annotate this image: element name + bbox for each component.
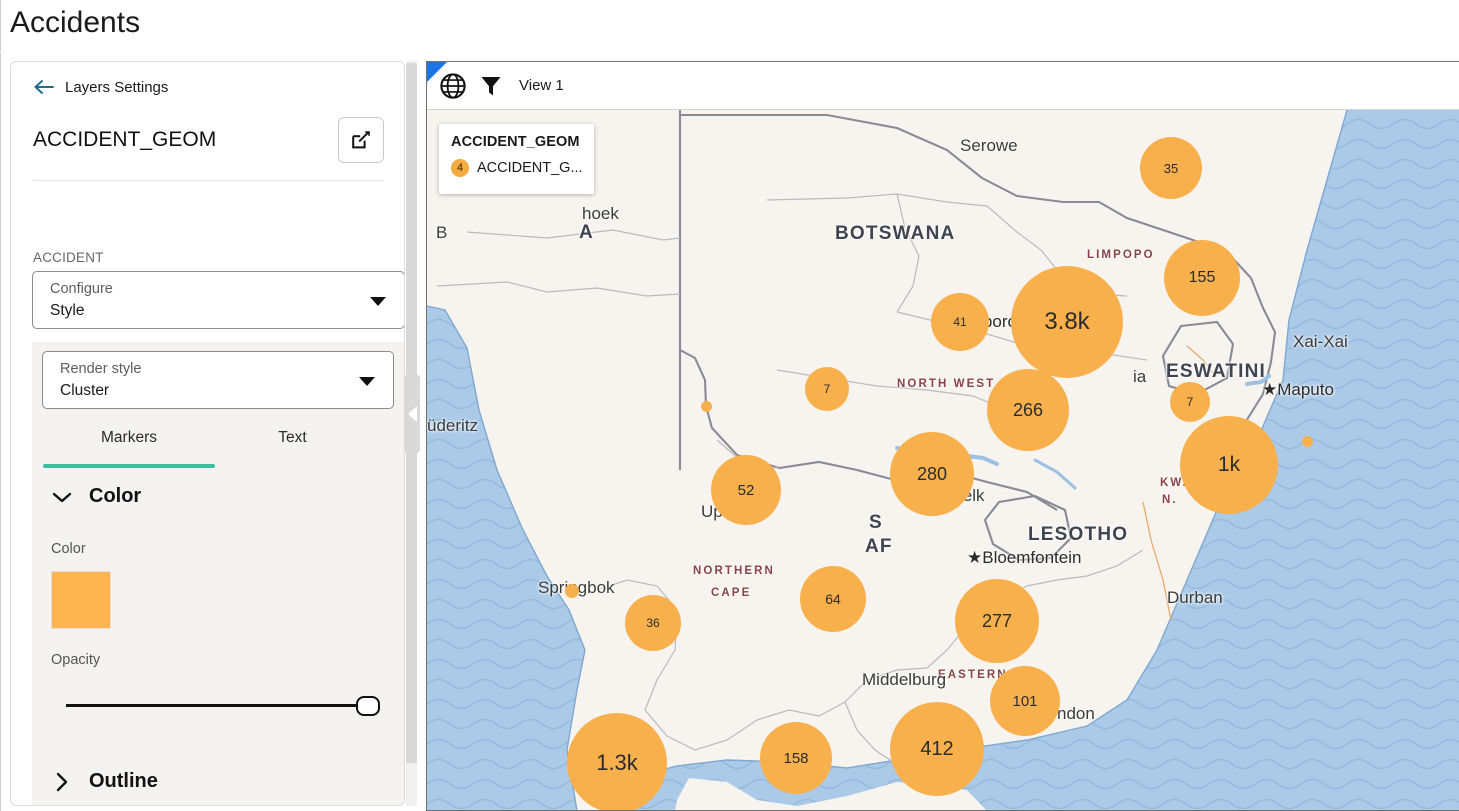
panel-divider	[33, 180, 384, 181]
map-cluster-marker[interactable]: 52	[711, 455, 781, 525]
opacity-slider-track	[66, 704, 376, 707]
render-style-label: Render style	[60, 361, 142, 377]
layer-name: ACCIDENT_GEOM	[33, 128, 217, 151]
section-title-outline: Outline	[89, 770, 158, 792]
configure-select-label: Configure	[50, 281, 113, 297]
map-legend[interactable]: ACCIDENT_GEOM 4 ACCIDENT_G...	[439, 124, 594, 194]
chevron-right-icon	[56, 772, 68, 791]
map-cluster-marker[interactable]: 7	[805, 367, 849, 411]
color-swatch[interactable]	[51, 571, 111, 629]
map-cluster-marker[interactable]: 36	[625, 595, 681, 651]
arrow-left-icon	[34, 80, 54, 94]
map-toolbar: View 1	[427, 62, 1459, 110]
layer-settings-panel: Layers Settings ACCIDENT_GEOM ACCIDENT C…	[10, 61, 405, 806]
render-style-select[interactable]: Render style Cluster	[42, 351, 394, 409]
tab-active-underline	[43, 464, 215, 468]
map-cluster-marker[interactable]: 277	[955, 579, 1039, 663]
map-cluster-marker[interactable]: 35	[1140, 137, 1202, 199]
map-canvas[interactable]: ACCIDENT_GEOM 4 ACCIDENT_G... BOTSWANA ES…	[427, 110, 1459, 810]
tab-markers[interactable]: Markers	[43, 422, 215, 454]
map-cluster-marker[interactable]: 412	[890, 702, 984, 796]
map-corner-accent	[427, 62, 447, 82]
map-cluster-marker[interactable]: 155	[1164, 240, 1240, 316]
window-left-edge	[0, 0, 1, 811]
triangle-left-icon	[407, 406, 417, 422]
edit-square-icon	[352, 131, 370, 149]
legend-entry[interactable]: 4 ACCIDENT_G...	[451, 159, 583, 177]
back-to-layers-settings[interactable]: Layers Settings	[33, 78, 168, 96]
opacity-field-label: Opacity	[51, 652, 101, 668]
section-header-outline[interactable]: Outline	[51, 770, 158, 793]
map-point-marker[interactable]	[700, 400, 712, 412]
map-cluster-marker[interactable]: 158	[760, 722, 832, 794]
map-cluster-marker[interactable]: 1k	[1180, 416, 1278, 514]
sidebar-scroll-region: Layers Settings ACCIDENT_GEOM ACCIDENT C…	[11, 62, 404, 805]
view-label: View 1	[519, 77, 564, 94]
chevron-down-icon	[370, 297, 386, 306]
chevron-down-icon	[359, 377, 375, 386]
legend-title: ACCIDENT_GEOM	[451, 134, 580, 150]
map-cluster-marker[interactable]: 3.8k	[1011, 266, 1123, 378]
filter-funnel-icon[interactable]	[479, 73, 503, 99]
map-panel: View 1 ACCIDENT_GEOM 4 ACCIDENT_G... BOT…	[426, 61, 1459, 811]
panel-collapse-handle[interactable]	[404, 375, 420, 453]
map-cluster-marker[interactable]: 7	[1170, 382, 1210, 422]
legend-entry-label: ACCIDENT_G...	[477, 160, 583, 176]
section-title-color: Color	[89, 485, 142, 507]
page-title: Accidents	[10, 6, 141, 39]
back-label: Layers Settings	[65, 78, 169, 96]
legend-count-badge: 4	[451, 159, 469, 177]
section-header-color[interactable]: Color	[51, 485, 141, 508]
layer-title-row: ACCIDENT_GEOM	[11, 114, 404, 176]
chevron-down-icon	[52, 492, 72, 502]
map-cluster-marker[interactable]: 41	[931, 293, 989, 351]
map-cluster-marker[interactable]: 1.3k	[567, 713, 667, 810]
map-point-marker[interactable]	[1301, 435, 1313, 447]
configure-select-value: Style	[50, 302, 85, 319]
style-tabs: Markers Text	[43, 422, 395, 468]
color-field-label: Color	[51, 541, 86, 557]
render-style-value: Cluster	[60, 382, 110, 399]
edit-layer-button[interactable]	[338, 117, 384, 163]
opacity-slider[interactable]	[66, 696, 386, 716]
map-point-marker[interactable]	[565, 584, 579, 598]
group-label: ACCIDENT	[33, 250, 104, 265]
map-cluster-marker[interactable]: 280	[890, 432, 974, 516]
header-divider	[0, 52, 1459, 53]
configure-select[interactable]: Configure Style	[32, 271, 404, 329]
map-cluster-marker[interactable]: 266	[987, 369, 1069, 451]
opacity-slider-thumb[interactable]	[356, 696, 380, 716]
map-cluster-marker[interactable]: 64	[800, 566, 866, 632]
tab-text[interactable]: Text	[235, 422, 350, 454]
map-cluster-marker[interactable]: 101	[990, 666, 1060, 736]
